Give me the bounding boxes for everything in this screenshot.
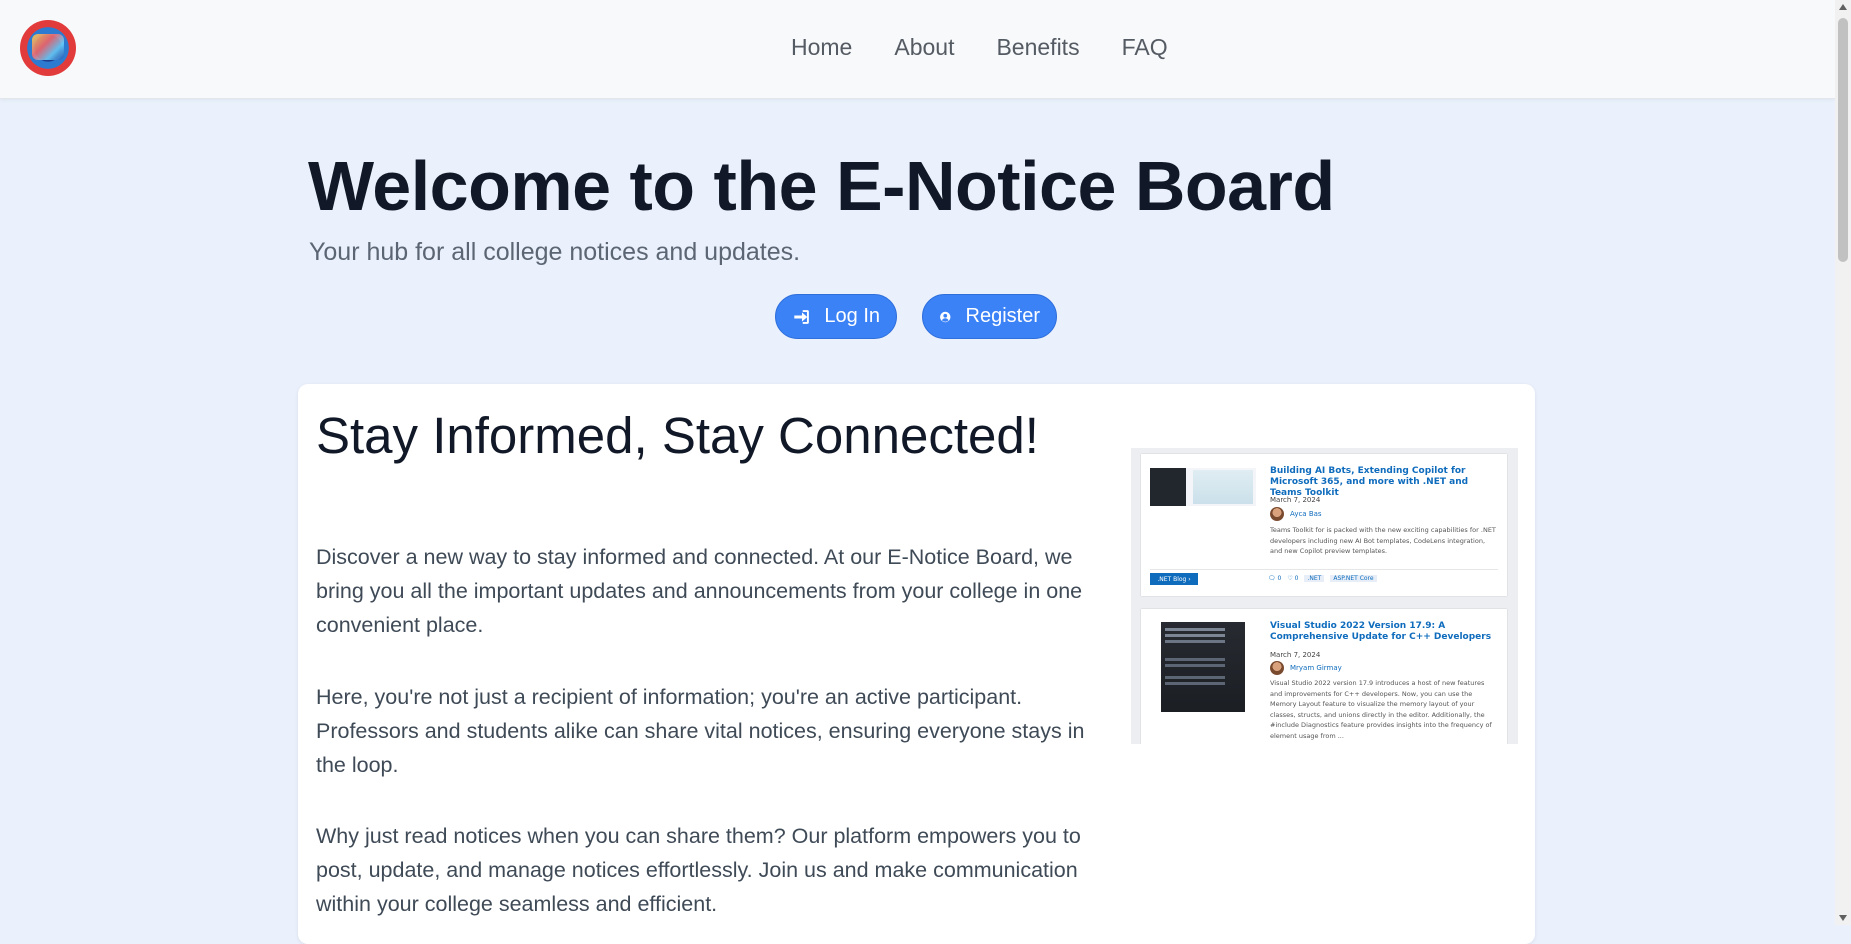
top-navbar: Home About Benefits FAQ — [0, 0, 1835, 99]
nav-link-faq[interactable]: FAQ — [1122, 34, 1168, 61]
scroll-up-icon[interactable] — [1839, 4, 1847, 10]
scrollbar-thumb[interactable] — [1838, 18, 1848, 262]
author-avatar — [1270, 507, 1284, 521]
post-meta: 🗨 0 ♡ 0 .NET ASP.NET Core — [1268, 575, 1377, 582]
sign-in-icon — [794, 309, 809, 324]
post-author: Ayca Bas — [1290, 510, 1322, 518]
intro-paragraph: Discover a new way to stay informed and … — [316, 545, 1083, 637]
post-thumbnail — [1161, 622, 1245, 712]
register-label: Register — [965, 305, 1040, 327]
post-excerpt: Teams Toolkit for is packed with the new… — [1270, 526, 1496, 555]
post-footer: .NET Blog › 🗨 0 ♡ 0 .NET ASP.NET Core — [1150, 569, 1498, 586]
author-avatar — [1270, 661, 1284, 675]
login-button[interactable]: Log In — [775, 294, 897, 339]
post-author-row: Mryam Girmay — [1270, 661, 1342, 675]
post-date: March 7, 2024 — [1270, 651, 1321, 659]
preview-post: Visual Studio 2022 Version 17.9: A Compr… — [1141, 609, 1507, 744]
post-excerpt: Visual Studio 2022 version 17.9 introduc… — [1270, 679, 1492, 740]
scroll-down-icon[interactable] — [1839, 915, 1847, 921]
login-label: Log In — [824, 305, 880, 327]
register-button[interactable]: Register — [922, 294, 1057, 339]
share-paragraph: Why just read notices when you can share… — [316, 824, 1081, 916]
post-title: Building AI Bots, Extending Copilot for … — [1270, 466, 1469, 498]
nav-link-home[interactable]: Home — [791, 34, 852, 61]
post-title: Visual Studio 2022 Version 17.9: A Compr… — [1270, 621, 1492, 642]
nav-link-about[interactable]: About — [894, 34, 954, 61]
hero-title: Welcome to the E-Notice Board — [308, 147, 1335, 225]
post-author: Mryam Girmay — [1290, 664, 1342, 672]
post-date: March 7, 2024 — [1270, 496, 1321, 504]
site-logo[interactable] — [20, 20, 76, 76]
nav-link-benefits[interactable]: Benefits — [996, 34, 1079, 61]
participation-paragraph: Here, you're not just a recipient of inf… — [316, 685, 1085, 777]
blog-preview-image: Building AI Bots, Extending Copilot for … — [1131, 448, 1518, 744]
post-chip: .NET — [1304, 575, 1325, 582]
hero-subtitle: Your hub for all college notices and upd… — [309, 238, 801, 266]
post-tag: .NET Blog › — [1150, 573, 1198, 585]
post-thumbnail — [1150, 468, 1256, 506]
info-card: Stay Informed, Stay Connected! Discover … — [298, 384, 1535, 944]
post-author-row: Ayca Bas — [1270, 507, 1322, 521]
like-count: ♡ 0 — [1287, 575, 1299, 582]
user-circle-icon — [940, 311, 951, 322]
preview-post: Building AI Bots, Extending Copilot for … — [1141, 454, 1507, 596]
card-heading: Stay Informed, Stay Connected! — [316, 407, 1039, 464]
nav-links: Home About Benefits FAQ — [791, 34, 1168, 61]
page-scrollbar[interactable] — [1835, 0, 1851, 925]
post-chip: ASP.NET Core — [1330, 575, 1377, 582]
comment-count: 🗨 0 — [1268, 575, 1282, 582]
